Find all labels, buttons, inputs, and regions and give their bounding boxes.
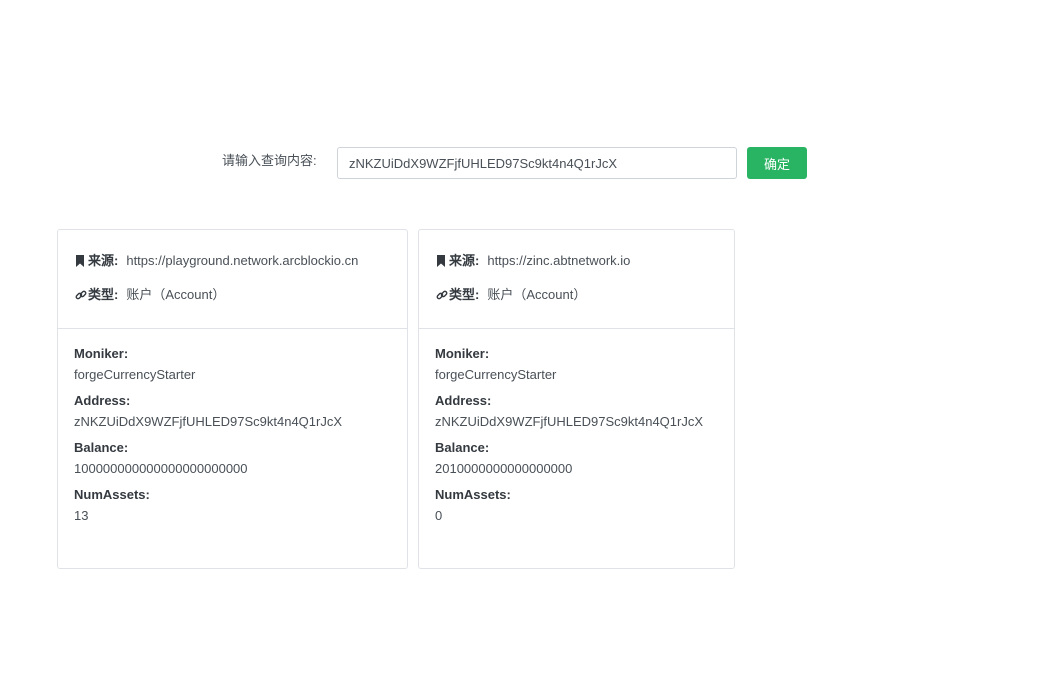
link-icon	[436, 289, 449, 305]
field-value: zNKZUiDdX9WZFjfUHLED97Sc9kt4n4Q1rJcX	[74, 414, 343, 429]
source-key: 来源:	[88, 253, 119, 268]
bookmark-icon	[436, 255, 449, 271]
moniker-field: Moniker: forgeCurrencyStarter	[74, 346, 391, 383]
field-value: forgeCurrencyStarter	[74, 367, 196, 382]
address-field: Address: zNKZUiDdX9WZFjfUHLED97Sc9kt4n4Q…	[435, 393, 718, 430]
balance-field: Balance: 2010000000000000000	[435, 440, 718, 477]
field-value: 0	[435, 508, 443, 523]
field-label: NumAssets:	[435, 487, 511, 502]
result-card: 来源: https://playground.network.arcblockio…	[57, 229, 408, 569]
link-icon	[75, 289, 88, 305]
confirm-button[interactable]: 确定	[747, 147, 807, 179]
field-label: Balance:	[74, 440, 129, 455]
numassets-field: NumAssets: 0	[435, 487, 718, 524]
search-input[interactable]	[337, 147, 737, 179]
card-body: Moniker: forgeCurrencyStarter Address: z…	[58, 329, 407, 524]
field-value: zNKZUiDdX9WZFjfUHLED97Sc9kt4n4Q1rJcX	[435, 414, 704, 429]
field-label: Moniker:	[74, 346, 129, 361]
bookmark-icon	[75, 255, 88, 271]
type-row: 类型: 账户（Account）	[436, 287, 586, 305]
field-label: Address:	[74, 393, 131, 408]
field-label: Balance:	[435, 440, 490, 455]
source-value: https://playground.network.arcblockio.cn	[126, 253, 359, 268]
field-value: 13	[74, 508, 89, 523]
source-key: 来源:	[449, 253, 480, 268]
type-key: 类型:	[88, 287, 119, 302]
search-label: 请输入查询内容:	[222, 153, 317, 168]
source-row: 来源: https://zinc.abtnetwork.io	[436, 253, 630, 271]
query-page: 请输入查询内容: 确定 来源: https://playground.networ…	[0, 0, 1051, 693]
result-card: 来源: https://zinc.abtnetwork.io 类型: 账户（Acco…	[418, 229, 735, 569]
type-value: 账户（Account）	[487, 287, 587, 302]
type-key: 类型:	[449, 287, 480, 302]
source-value: https://zinc.abtnetwork.io	[487, 253, 631, 268]
field-label: NumAssets:	[74, 487, 150, 502]
card-body: Moniker: forgeCurrencyStarter Address: z…	[419, 329, 734, 524]
address-field: Address: zNKZUiDdX9WZFjfUHLED97Sc9kt4n4Q…	[74, 393, 391, 430]
type-row: 类型: 账户（Account）	[75, 287, 225, 305]
field-label: Address:	[435, 393, 492, 408]
card-header: 来源: https://zinc.abtnetwork.io 类型: 账户（Acco…	[419, 230, 734, 329]
card-header: 来源: https://playground.network.arcblockio…	[58, 230, 407, 329]
type-value: 账户（Account）	[126, 287, 226, 302]
source-row: 来源: https://playground.network.arcblockio…	[75, 253, 358, 271]
numassets-field: NumAssets: 13	[74, 487, 391, 524]
moniker-field: Moniker: forgeCurrencyStarter	[435, 346, 718, 383]
balance-field: Balance: 100000000000000000000000	[74, 440, 391, 477]
field-value: 2010000000000000000	[435, 461, 573, 476]
field-label: Moniker:	[435, 346, 490, 361]
field-value: forgeCurrencyStarter	[435, 367, 557, 382]
field-value: 100000000000000000000000	[74, 461, 248, 476]
